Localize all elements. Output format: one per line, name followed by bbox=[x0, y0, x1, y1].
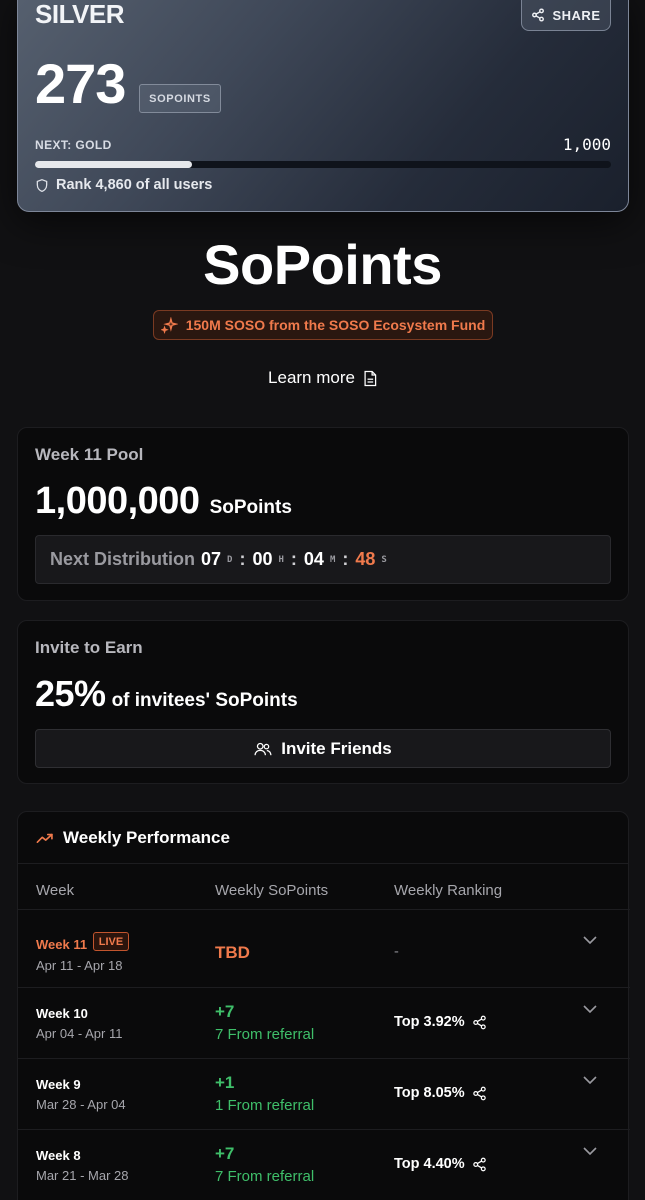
table-row[interactable]: Week 10 Apr 04 - Apr 11 +7 7 From referr… bbox=[18, 987, 630, 1058]
week-referral: 7 From referral bbox=[215, 1168, 315, 1185]
week-points: +1 bbox=[215, 1073, 235, 1092]
week-range: Mar 28 - Apr 04 bbox=[36, 1097, 126, 1112]
week-range: Apr 04 - Apr 11 bbox=[36, 1026, 123, 1041]
table-row[interactable]: Week 8 Mar 21 - Mar 28 +7 7 From referra… bbox=[18, 1129, 630, 1200]
chevron-down-icon[interactable] bbox=[583, 1147, 597, 1156]
weekly-performance-card: Weekly Performance Week Weekly SoPoints … bbox=[17, 811, 630, 1200]
fund-badge-text: 150M SOSO from the SOSO Ecosystem Fund bbox=[185, 317, 486, 333]
pool-unit: SoPoints bbox=[209, 497, 292, 518]
learn-more-link[interactable]: Learn more bbox=[0, 368, 645, 388]
invite-card: Invite to Earn 25% of invitees' SoPoints… bbox=[17, 620, 629, 784]
shield-icon bbox=[36, 178, 48, 192]
share-label: SHARE bbox=[552, 7, 601, 23]
week-ranking-value: - bbox=[394, 944, 399, 960]
countdown-days-unit: D bbox=[227, 554, 233, 565]
table-row[interactable]: Week 11 LIVE Apr 11 - Apr 18 TBD - bbox=[18, 909, 630, 980]
pool-amount: 1,000,000 bbox=[35, 480, 200, 522]
pool-label: Week 11 Pool bbox=[35, 445, 144, 464]
invite-label: Invite to Earn bbox=[35, 638, 143, 657]
invite-rate-row: 25% of invitees' SoPoints bbox=[35, 673, 298, 715]
chevron-down-icon[interactable] bbox=[583, 1076, 597, 1085]
countdown-hours: 00 bbox=[252, 549, 273, 569]
next-distribution-label: Next Distribution bbox=[50, 549, 196, 569]
points-unit-badge: SOPOINTS bbox=[139, 84, 221, 113]
column-header-points: Weekly SoPoints bbox=[215, 882, 329, 899]
sparkle-icon bbox=[160, 316, 178, 334]
document-icon bbox=[364, 370, 377, 386]
week-points: TBD bbox=[215, 943, 250, 962]
next-tier-target: 1,000 bbox=[562, 135, 611, 154]
tier-card: SILVER SHARE 273 SOPOINTS NEXT: GOLD 1,0… bbox=[17, 0, 629, 212]
page-title: SoPoints bbox=[203, 233, 442, 296]
week-name: Week 8 bbox=[36, 1148, 81, 1163]
week-range: Mar 21 - Mar 28 bbox=[36, 1168, 129, 1183]
rank-row: Rank 4,860 of all users bbox=[35, 177, 212, 193]
next-tier-label: NEXT: GOLD bbox=[35, 138, 112, 152]
share-icon[interactable] bbox=[472, 1086, 487, 1101]
week-name: Week 9 bbox=[36, 1077, 81, 1092]
week-ranking: Top 4.40% bbox=[394, 1156, 487, 1172]
week-ranking-value: Top 8.05% bbox=[394, 1085, 465, 1101]
week-points: +7 bbox=[215, 1002, 235, 1021]
week-range: Apr 11 - Apr 18 bbox=[36, 958, 123, 973]
invite-friends-label: Invite Friends bbox=[281, 738, 392, 758]
countdown-minutes-unit: M bbox=[329, 554, 336, 565]
countdown-separator: : bbox=[342, 549, 349, 569]
countdown-hours-unit: H bbox=[278, 554, 284, 565]
week-name: Week 10 bbox=[36, 1006, 88, 1021]
countdown-days: 07 bbox=[201, 549, 222, 569]
chevron-down-icon[interactable] bbox=[583, 1005, 597, 1014]
share-icon bbox=[532, 8, 545, 22]
next-distribution-countdown: Next Distribution 07 D : 00 H : 04 M : 4… bbox=[35, 535, 611, 584]
table-row[interactable]: Week 9 Mar 28 - Apr 04 +1 1 From referra… bbox=[18, 1058, 630, 1129]
week-referral: 1 From referral bbox=[215, 1097, 315, 1114]
week-points: +7 bbox=[215, 1144, 235, 1163]
countdown-seconds: 48 bbox=[355, 549, 376, 569]
column-header-week: Week bbox=[36, 882, 75, 899]
week-ranking-value: Top 3.92% bbox=[394, 1014, 465, 1030]
chevron-down-icon[interactable] bbox=[583, 936, 597, 945]
countdown-seconds-unit: S bbox=[381, 554, 387, 565]
points-value: 273 bbox=[35, 52, 126, 115]
weekly-performance-title: Weekly Performance bbox=[63, 827, 230, 847]
share-icon[interactable] bbox=[472, 1015, 487, 1030]
learn-more-label: Learn more bbox=[268, 368, 355, 387]
week-pool-card: Week 11 Pool 1,000,000 SoPoints Next Dis… bbox=[17, 427, 629, 601]
week-ranking: Top 8.05% bbox=[394, 1085, 487, 1101]
invite-friends-button[interactable]: Invite Friends bbox=[35, 729, 611, 768]
column-header-ranking: Weekly Ranking bbox=[394, 882, 503, 899]
tier-progress-bar bbox=[35, 161, 611, 168]
weekly-performance-header: Weekly Performance bbox=[18, 812, 628, 864]
tier-name: SILVER bbox=[35, 0, 124, 29]
share-icon[interactable] bbox=[472, 1157, 487, 1172]
invite-description: of invitees' SoPoints bbox=[111, 690, 298, 711]
week-name: Week 11 bbox=[36, 937, 88, 952]
countdown-separator: : bbox=[290, 549, 297, 569]
week-ranking: - bbox=[394, 944, 399, 960]
rank-text: Rank 4,860 of all users bbox=[56, 177, 213, 193]
share-button[interactable]: SHARE bbox=[521, 0, 611, 31]
week-ranking: Top 3.92% bbox=[394, 1014, 487, 1030]
countdown-minutes: 04 bbox=[303, 549, 324, 569]
trending-up-icon bbox=[36, 833, 53, 843]
tier-progress-fill bbox=[35, 161, 193, 168]
invite-percent: 25% bbox=[35, 673, 106, 714]
week-ranking-value: Top 4.40% bbox=[394, 1156, 465, 1172]
week-referral: 7 From referral bbox=[215, 1026, 315, 1043]
users-icon bbox=[254, 742, 272, 755]
pool-amount-row: 1,000,000 SoPoints bbox=[35, 480, 292, 523]
countdown-separator: : bbox=[239, 549, 246, 569]
live-badge: LIVE bbox=[93, 932, 129, 951]
fund-badge: 150M SOSO from the SOSO Ecosystem Fund bbox=[153, 310, 493, 340]
